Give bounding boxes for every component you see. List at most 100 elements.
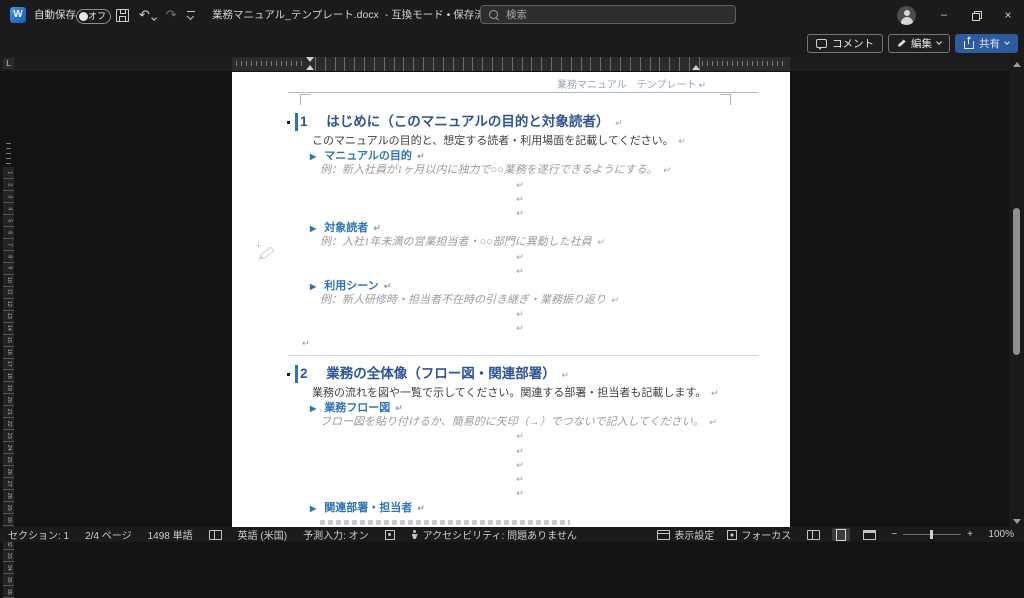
undo-dropdown-icon[interactable] [151,15,157,21]
scroll-down-arrow[interactable] [1013,519,1021,524]
zoom-percentage[interactable]: 100% [986,529,1014,540]
focus-button[interactable]: フォーカス [727,527,791,542]
autosave-state: オフ [87,10,106,21]
horizontal-ruler[interactable] [232,57,790,71]
vertical-ruler-number: 4 [3,203,14,215]
ruler-number [355,57,366,71]
ribbon-tab[interactable] [246,30,266,57]
ribbon-right-buttons: コメント 編集 共有 [807,34,1018,53]
ribbon-tab[interactable] [226,30,246,57]
chevron-down-icon [1004,39,1010,45]
web-layout-button[interactable] [860,528,878,541]
doc-paragraph: ▶ 対象読者 ↵ [300,221,738,235]
vertical-ruler-number: 26 [3,466,14,479]
redo-button[interactable]: ↷ [166,7,177,23]
qat-customize-button[interactable] [186,10,195,21]
status-item[interactable]: 英語 (米国) [238,527,287,542]
pilcrow-mark: ↵ [516,445,524,456]
word-app-icon[interactable]: W [10,7,26,23]
read-mode-icon [806,529,820,540]
zoom-out-button[interactable]: − [891,529,897,540]
ribbon-tab[interactable] [66,30,86,57]
doc-paragraph: ▶ 業務フロー図 ↵ [300,401,738,415]
doc-paragraph: ▶ ↵ [300,206,738,220]
read-mode-button[interactable] [804,528,822,541]
autosave-toggle[interactable]: オフ [76,8,111,24]
vertical-ruler-number: 30 [3,514,14,527]
editing-mode-button[interactable]: 編集 [888,34,950,53]
document-page[interactable]: 業務マニュアル テンプレート↵ 1 ▶ はじめに（このマニュアルの目的と対象読者… [232,72,790,527]
status-item[interactable]: 予測入力: オン [303,527,369,542]
vertical-ruler-number: 14 [3,323,14,335]
right-indent-marker[interactable] [692,65,700,70]
minimize-button[interactable]: – [928,0,960,30]
zoom-in-button[interactable]: + [967,529,973,540]
ruler-number [434,57,444,71]
ruler-number [582,57,592,71]
ribbon-tab[interactable] [46,30,66,57]
ribbon-tab[interactable] [146,30,166,57]
paragraph-text: 例：新人研修時・担当者不在時の引き継ぎ・業務振り返り [320,294,606,307]
focus-label: フォーカス [741,531,792,542]
restore-icon [972,11,982,21]
comments-button[interactable]: コメント [807,34,883,53]
search-input[interactable] [504,7,708,22]
status-bar-right: 表示設定 フォーカス − + 100% [657,527,1024,542]
ribbon-tab[interactable] [186,30,206,57]
first-line-indent-marker[interactable] [306,57,314,62]
pilcrow-mark: ↵ [417,503,425,514]
undo-button[interactable]: ↶ [139,7,157,23]
hanging-indent-marker[interactable] [306,65,314,70]
account-avatar[interactable] [897,6,916,25]
status-item[interactable] [384,529,395,540]
ruler-number [670,57,681,71]
paragraph-text: 例：入社1年未満の営業担当者・○○部門に異動した社員 [320,236,592,249]
vertical-ruler-number: 5 [3,215,14,227]
status-item[interactable]: 1498 単語 [148,527,193,542]
status-bar-left: セクション: 1 2/4 ページ 1498 単語 英語 (米国) 予測入力: オ… [0,527,577,542]
vertical-ruler-ticks [6,143,11,167]
title-bar: W 自動保存 オフ ↶ ↷ 業務マニュアル_テンプレート.docx - 互換モー… [0,0,1024,30]
doc-paragraph: ▶ ↵ [300,429,738,443]
close-button[interactable]: × [992,0,1024,30]
ribbon-tab[interactable] [106,30,126,57]
vertical-ruler-number: 12 [3,299,14,311]
ribbon-tab[interactable] [206,30,226,57]
status-item[interactable]: 2/4 ページ [85,527,131,542]
pilcrow-mark: ↵ [516,431,524,442]
scrollbar-thumb[interactable] [1013,208,1020,355]
vertical-scrollbar[interactable] [1009,57,1024,527]
display-settings-button[interactable]: 表示設定 [657,527,714,542]
status-item[interactable]: セクション: 1 [8,527,69,542]
ribbon-tab[interactable] [126,30,146,57]
print-layout-button[interactable] [832,528,851,541]
document-title-status: - 互換モード • 保存済み [384,9,496,21]
comment-icon [816,39,827,50]
ribbon-tab[interactable] [26,30,46,57]
doc-paragraph: ▶ ↵ [300,336,738,350]
share-button-label: 共有 [979,38,1000,50]
zoom-slider-thumb[interactable] [930,530,934,539]
pilcrow-mark: ↵ [516,488,524,499]
paragraph-text: フロー図を貼り付けるか、簡易的に矢印（→）でつないで記入してください。 [320,416,704,429]
search-box[interactable] [480,5,736,24]
vertical-ruler-number: 21 [3,406,14,419]
vertical-ruler-number: 23 [3,430,14,443]
doc-paragraph: ▶ フロー図を貼り付けるか、簡易的に矢印（→）でつないで記入してください。 ↵ [300,415,738,429]
document-title-name: 業務マニュアル_テンプレート.docx [212,9,379,21]
ribbon-tab[interactable] [6,30,26,57]
save-icon[interactable] [116,8,129,22]
status-item[interactable] [208,529,222,540]
ruler-number [336,57,346,71]
ribbon-tab[interactable] [86,30,106,57]
doc-paragraph: ▶ 業務の流れを図や一覧で示してください。関連する部署・担当者も記載します。 ↵ [300,386,738,400]
ribbon-tab[interactable] [166,30,186,57]
scroll-up-arrow[interactable] [1013,62,1021,67]
doc-paragraph: ▶ ↵ [300,264,738,278]
zoom-slider[interactable] [903,530,962,539]
restore-button[interactable] [960,0,992,30]
zoom-control: − + [891,529,973,540]
tab-stop-selector[interactable]: L [3,58,14,69]
status-item[interactable]: アクセシビリティ: 問題ありません [411,527,577,542]
share-button[interactable]: 共有 [955,34,1018,53]
